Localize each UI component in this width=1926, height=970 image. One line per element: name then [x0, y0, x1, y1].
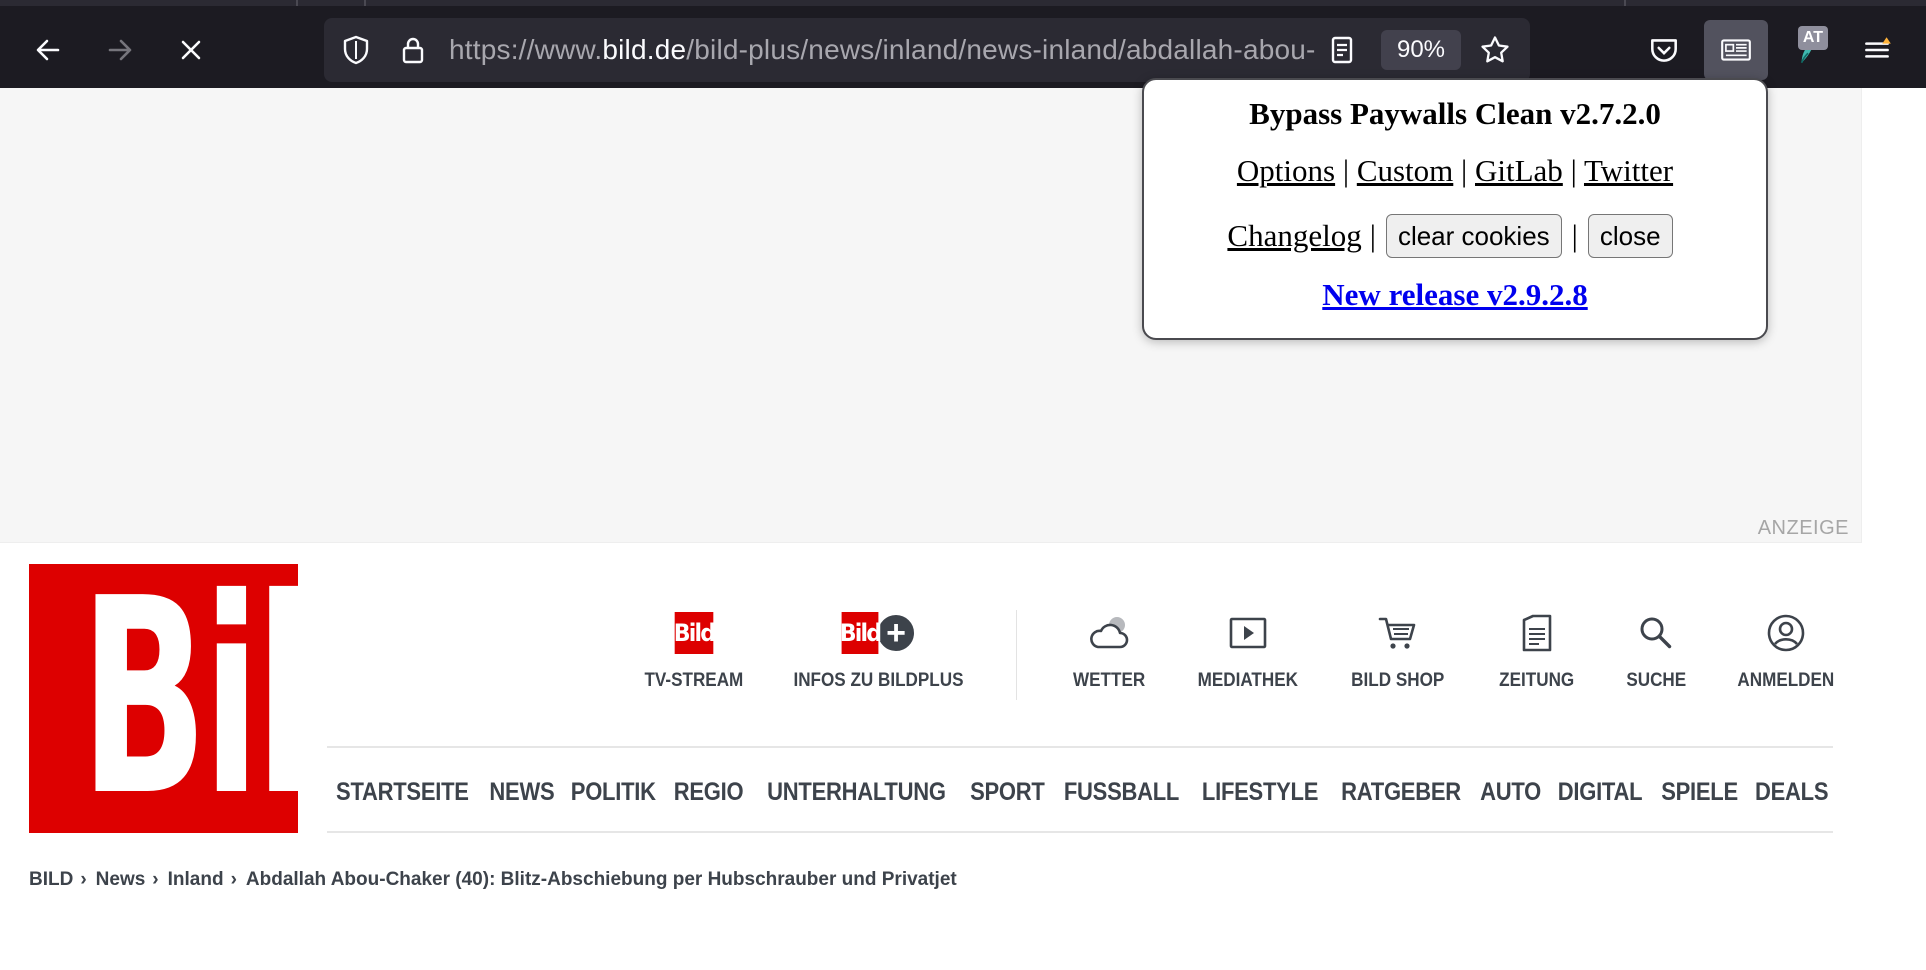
- bild-tv-icon: Bild: [674, 612, 716, 654]
- nav-mediathek-label: MEDIATHEK: [1197, 670, 1299, 691]
- user-icon: [1767, 614, 1805, 652]
- nav-infos-bildplus[interactable]: Bild + INFOS ZU BILDPLUS: [790, 608, 966, 708]
- nav-bild-shop[interactable]: BILD SHOP: [1346, 608, 1450, 708]
- link-separator: |: [1570, 153, 1577, 188]
- nav-startseite[interactable]: STARTSEITE: [336, 778, 469, 807]
- gitlab-link[interactable]: GitLab: [1475, 153, 1563, 188]
- nav-zeitung[interactable]: ZEITUNG: [1492, 608, 1582, 708]
- link-separator: |: [1571, 218, 1578, 253]
- bypass-paywalls-popup: Bypass Paywalls Clean v2.7.2.0 Options |…: [1142, 78, 1768, 340]
- breadcrumb: BILD › News › Inland › Abdallah Abou-Cha…: [29, 866, 957, 894]
- lock-icon[interactable]: [397, 34, 429, 66]
- nav-politik[interactable]: POLITIK: [571, 778, 656, 807]
- nav-news[interactable]: NEWS: [489, 778, 554, 807]
- nav-wetter-label: WETTER: [1072, 670, 1146, 691]
- newspaper-page-icon: [1522, 614, 1552, 652]
- hamburger-menu-icon: [1865, 37, 1891, 58]
- clear-cookies-button[interactable]: clear cookies: [1385, 214, 1562, 258]
- nav-lifestyle[interactable]: LIFESTYLE: [1202, 778, 1318, 807]
- nav-zeitung-label: ZEITUNG: [1499, 670, 1575, 691]
- shield-icon[interactable]: [340, 34, 372, 66]
- breadcrumb-separator: ›: [230, 869, 237, 890]
- breadcrumb-separator: ›: [152, 869, 159, 890]
- bypass-paywalls-extension-button[interactable]: [1704, 20, 1768, 80]
- nav-infos-bildplus-label: INFOS ZU BILDPLUS: [792, 670, 964, 691]
- link-separator: |: [1461, 153, 1468, 188]
- nav-tv-stream[interactable]: Bild TV-STREAM: [638, 608, 750, 708]
- tab-divider: [364, 0, 366, 6]
- bildplus-logo: Bild: [840, 612, 882, 654]
- nav-suche-label: SUCHE: [1626, 670, 1686, 691]
- nav-unterhaltung[interactable]: UNTERHALTUNG: [767, 778, 946, 807]
- options-link[interactable]: Options: [1237, 153, 1335, 188]
- link-separator: |: [1369, 218, 1376, 253]
- arrow-right-icon: [108, 39, 132, 61]
- nav-bild-shop-label: BILD SHOP: [1351, 670, 1445, 691]
- plus-icon: +: [876, 613, 916, 653]
- star-icon[interactable]: [1479, 34, 1511, 66]
- nav-mediathek[interactable]: MEDIATHEK: [1192, 608, 1304, 708]
- url-bar[interactable]: https://www.bild.de/bild-plus/news/inlan…: [324, 18, 1530, 82]
- popup-title: Bypass Paywalls Clean v2.7.2.0: [1249, 96, 1661, 131]
- cart-icon: [1378, 617, 1416, 649]
- app-menu-button[interactable]: [1848, 20, 1906, 80]
- nav-regio[interactable]: REGIO: [674, 778, 744, 807]
- breadcrumb-item-bild[interactable]: BILD: [29, 869, 73, 891]
- nav-suche[interactable]: SUCHE: [1622, 608, 1690, 708]
- breadcrumb-item-news[interactable]: News: [96, 869, 146, 891]
- changelog-link[interactable]: Changelog: [1227, 218, 1361, 254]
- tab-divider: [1624, 0, 1626, 6]
- tab-divider: [296, 0, 298, 6]
- nav-tv-stream-label: TV-STREAM: [644, 670, 744, 691]
- nav-spiele[interactable]: SPIELE: [1661, 778, 1738, 807]
- search-icon: [1640, 617, 1672, 649]
- popup-release: New release v2.9.2.8: [1144, 277, 1766, 313]
- play-icon: [1229, 617, 1267, 649]
- top-nav-divider: [1016, 610, 1017, 700]
- ad-label: ANZEIGE: [1757, 517, 1849, 539]
- nav-ratgeber[interactable]: RATGEBER: [1341, 778, 1461, 807]
- extension-badge: AT: [1798, 26, 1828, 50]
- url-host: bild.de: [602, 34, 687, 65]
- nav-digital[interactable]: DIGITAL: [1558, 778, 1643, 807]
- nav-anmelden[interactable]: ANMELDEN: [1736, 608, 1836, 708]
- nav-sport[interactable]: SPORT: [970, 778, 1045, 807]
- twitter-link[interactable]: Twitter: [1584, 153, 1673, 188]
- nav-wetter[interactable]: WETTER: [1068, 608, 1150, 708]
- browser-toolbar: https://www.bild.de/bild-plus/news/inlan…: [0, 0, 1926, 88]
- header-divider: [327, 746, 1833, 748]
- main-navigation: STARTSEITE NEWS POLITIK REGIO UNTERHALTU…: [327, 772, 1833, 812]
- url-text[interactable]: https://www.bild.de/bild-plus/news/inlan…: [449, 34, 1315, 68]
- back-button[interactable]: [24, 26, 72, 74]
- popup-links: Options | Custom | GitLab | Twitter: [1144, 153, 1766, 189]
- nav-divider: [327, 831, 1833, 833]
- nav-deals[interactable]: DEALS: [1755, 778, 1829, 807]
- link-separator: |: [1342, 153, 1350, 188]
- pocket-icon: [1651, 39, 1677, 62]
- new-release-link[interactable]: New release v2.9.2.8: [1322, 277, 1587, 312]
- arrow-left-icon: [36, 39, 60, 61]
- bild-logo-text: Bild: [80, 564, 298, 833]
- url-prefix: https://www.: [449, 34, 603, 65]
- popup-actions: Changelog | clear cookies | close: [1144, 214, 1766, 258]
- pocket-button[interactable]: [1632, 20, 1696, 80]
- close-button[interactable]: close: [1587, 214, 1673, 258]
- breadcrumb-item-article: Abdallah Abou-Chaker (40): Blitz-Abschie…: [245, 869, 957, 890]
- url-path: /bild-plus/news/inland/news-inland/abdal…: [686, 34, 1315, 65]
- close-icon: [181, 40, 201, 60]
- nav-auto[interactable]: AUTO: [1480, 778, 1541, 807]
- zoom-level-button[interactable]: 90%: [1381, 30, 1461, 70]
- stop-button[interactable]: [167, 26, 215, 74]
- reader-view-icon[interactable]: [1326, 34, 1358, 66]
- bild-logo[interactable]: Bild: [29, 564, 298, 833]
- breadcrumb-separator: ›: [80, 869, 87, 890]
- newspaper-icon: [1721, 39, 1751, 61]
- custom-link[interactable]: Custom: [1357, 153, 1453, 188]
- bildplus-icon: Bild +: [840, 608, 916, 658]
- nav-fussball[interactable]: FUSSBALL: [1064, 778, 1179, 807]
- cloud-icon: [1090, 617, 1129, 649]
- forward-button[interactable]: [96, 26, 144, 74]
- breadcrumb-item-inland[interactable]: Inland: [168, 869, 224, 891]
- nav-anmelden-label: ANMELDEN: [1737, 670, 1835, 691]
